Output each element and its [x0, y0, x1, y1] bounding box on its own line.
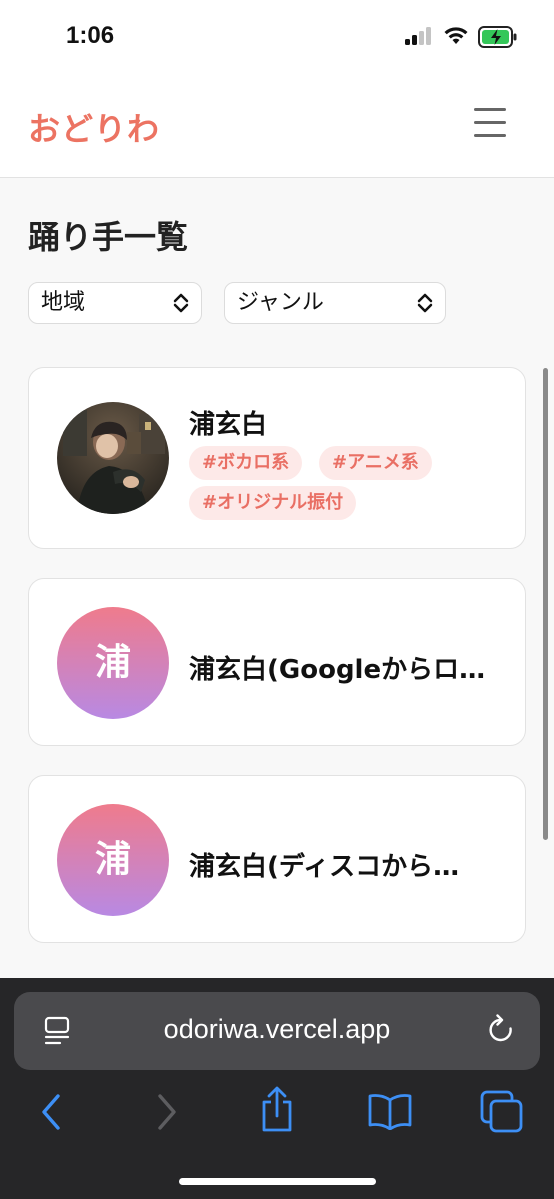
- address-bar[interactable]: odoriwa.vercel.app: [14, 992, 540, 1070]
- region-select[interactable]: 地域: [28, 282, 202, 324]
- dancer-card[interactable]: 浦玄白 #ボカロ系 #アニメ系 #オリジナル振付: [28, 367, 526, 549]
- genre-select[interactable]: ジャンル: [224, 282, 446, 324]
- browser-toolbar: odoriwa.vercel.app: [0, 978, 554, 1199]
- status-time: 1:06: [66, 22, 115, 49]
- reload-icon[interactable]: [486, 1014, 516, 1046]
- region-select-value: 地域: [41, 290, 86, 315]
- scrollbar[interactable]: [543, 368, 548, 840]
- dancer-name: 浦玄白(Googleからロ…: [189, 655, 486, 685]
- status-bar: 1:06: [0, 0, 554, 70]
- genre-tag[interactable]: #オリジナル振付: [189, 486, 357, 520]
- dancer-name: 浦玄白: [189, 410, 268, 440]
- page-title: 踊り手一覧: [28, 218, 189, 256]
- dancer-name: 浦玄白(ディスコから…: [189, 852, 460, 882]
- avatar: 浦: [57, 607, 169, 719]
- back-icon[interactable]: [38, 1092, 64, 1132]
- forward-icon[interactable]: [154, 1092, 180, 1132]
- app-header: おどりわ: [0, 70, 554, 178]
- home-indicator[interactable]: [179, 1178, 376, 1185]
- dancer-card[interactable]: 浦 浦玄白(ディスコから…: [28, 775, 526, 943]
- avatar: [57, 402, 169, 514]
- bookmarks-icon[interactable]: [367, 1092, 413, 1130]
- share-icon[interactable]: [258, 1086, 296, 1134]
- cellular-signal-icon: [405, 27, 433, 45]
- genre-tag[interactable]: #アニメ系: [319, 446, 432, 480]
- tabs-icon[interactable]: [480, 1090, 524, 1134]
- url-text: odoriwa.vercel.app: [163, 1014, 391, 1044]
- chevron-updown-icon: [173, 293, 189, 313]
- chevron-updown-icon: [417, 293, 433, 313]
- avatar: 浦: [57, 804, 169, 916]
- dancer-card[interactable]: 浦 浦玄白(Googleからロ…: [28, 578, 526, 746]
- battery-charging-icon: [478, 26, 517, 48]
- genre-select-value: ジャンル: [237, 290, 324, 315]
- site-logo[interactable]: おどりわ: [28, 104, 160, 150]
- wifi-icon: [444, 27, 468, 44]
- genre-tag[interactable]: #ボカロ系: [189, 446, 303, 480]
- hamburger-menu-button[interactable]: [470, 106, 512, 140]
